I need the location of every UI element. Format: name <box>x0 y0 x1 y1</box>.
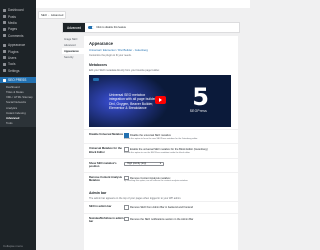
checkbox-label: Disable the universal SEO metabox <box>130 133 171 137</box>
breadcrumb-current: Advanced <box>50 12 64 17</box>
subnav-security[interactable]: Security <box>62 54 84 60</box>
breadcrumb-box: SEO › Advanced <box>38 10 67 19</box>
sidebar-subitem-label: XML / HTML Sitemap <box>6 95 33 100</box>
sidebar-item-label: Settings <box>8 68 20 73</box>
checkbox-label: Remove the SEO notifications section in … <box>130 217 194 221</box>
dashboard-icon <box>3 8 6 12</box>
sidebar-subitem-tools[interactable]: Tools <box>0 121 36 126</box>
setting-label: Universal Metabox for the Block Editor <box>89 147 122 154</box>
breadcrumb-home[interactable]: SEO <box>41 13 47 17</box>
video-line: Elementor & Breakdance <box>109 106 147 111</box>
top-bar <box>36 0 250 8</box>
checkbox[interactable] <box>124 216 129 222</box>
user-icon <box>3 56 6 60</box>
setting-row: SEO in admin bar Remove SEO from Admin B… <box>84 201 238 213</box>
sidebar-item-label: Comments <box>8 33 24 38</box>
setting-row: Show SEO metabox's position High priorit… <box>84 157 238 172</box>
video-version-number: 5 <box>192 83 209 111</box>
plugin-icon <box>3 50 6 54</box>
sidebar-item-label: Users <box>8 55 17 60</box>
settings-subnav: Image SEO Advanced Appearance Security <box>62 36 84 60</box>
setting-note: By checking this option, we will remove … <box>124 180 189 183</box>
sidebar-subitem-label: Dashboard <box>6 84 20 89</box>
pin-icon <box>3 15 6 19</box>
seopress-logo-icon <box>93 78 99 81</box>
sidebar-subitem-label: Social Networks <box>6 100 27 105</box>
breadcrumb: SEO › Advanced <box>36 9 250 20</box>
sidebar-item-label: Dashboard <box>8 8 24 13</box>
checkbox-label: Remove SEO from Admin Bar in backend and… <box>130 205 194 209</box>
page-title: Advanced <box>63 23 86 32</box>
page-header: Advanced Click to disable this feature <box>62 22 240 33</box>
setting-note: Enable this option to force the new SEOP… <box>124 137 198 140</box>
sidebar-submenu: Dashboard Titles & Metas XML / HTML Site… <box>0 83 36 127</box>
setting-row: Disable Universal Metabox Disable the un… <box>84 129 238 143</box>
sidebar-top-spacer <box>0 0 36 7</box>
setting-note: Enable this option to use the SEOPress m… <box>124 151 191 154</box>
collapse-menu-label: Collapse menu <box>3 244 24 248</box>
admin-bar-heading: Admin bar <box>89 191 107 196</box>
metabox-position-select[interactable]: High priority (top) ▾ <box>124 161 164 167</box>
setting-label: Remove Content Analysis Metabox <box>89 175 123 183</box>
page-icon <box>3 27 6 31</box>
select-value: High priority (top) <box>127 162 147 166</box>
sidebar-subitem-label: Titles & Metas <box>6 90 24 95</box>
setting-row: Remove Content Analysis Metabox Remove C… <box>84 171 238 186</box>
sidebar-item-label: Media <box>8 20 17 25</box>
metaboxes-heading: Metaboxes <box>89 63 108 67</box>
setting-value: Remove SEO from Admin Bar in backend and… <box>124 205 233 210</box>
collapse-menu-button[interactable]: Collapse menu <box>3 244 23 248</box>
sidebar-item-label: Appearance <box>8 43 26 48</box>
chevron-down-icon: ▾ <box>159 162 161 166</box>
sidebar-subitem-label: Tools <box>6 121 13 126</box>
setting-label: Disable Universal Metabox <box>89 133 124 136</box>
comment-icon <box>3 34 6 38</box>
media-icon <box>3 21 6 25</box>
setting-row: Universal Metabox for the Block Editor E… <box>84 143 238 157</box>
section-heading: Appearance <box>89 41 113 46</box>
sidebar-subitem-label: Advanced <box>6 116 20 121</box>
admin-sidebar: Dashboard Posts Media Pages Comments App… <box>0 0 36 250</box>
video-brand: SEOPress <box>189 109 207 113</box>
chevron-right-icon: › <box>48 12 50 17</box>
wrench-icon <box>3 62 6 66</box>
checkbox[interactable] <box>124 133 129 138</box>
setting-row: Noindex/Nofollow in admin bar Remove the… <box>84 212 238 227</box>
play-icon[interactable] <box>155 96 166 104</box>
checkbox-label: Enable the universal SEO metabox for the… <box>130 148 208 152</box>
sidebar-item-label: Plugins <box>8 49 19 54</box>
seo-icon <box>3 78 6 82</box>
setting-label: Noindex/Nofollow in admin bar <box>89 216 124 223</box>
setting-value: High priority (top) ▾ <box>124 161 233 169</box>
setting-label: Show SEO metabox's position <box>89 161 117 169</box>
settings-icon <box>3 69 6 73</box>
sidebar-item-label: Pages <box>8 27 18 32</box>
feature-toggle[interactable] <box>88 26 95 29</box>
sidebar-item-label: Posts <box>8 14 16 19</box>
sidebar-item-label: Tools <box>8 62 16 67</box>
video-embed[interactable]: Universal SEO metabox integration with a… <box>89 75 231 127</box>
checkbox[interactable] <box>124 205 129 210</box>
sidebar-subitem-sitemap[interactable]: XML / HTML Sitemap <box>0 95 36 100</box>
sidebar-subitem-label: Analytics <box>6 105 18 110</box>
sidebar-item-label: SEO PRESS <box>8 78 27 83</box>
feature-toggle-label: Click to disable this feature <box>96 26 127 29</box>
main-panel: Appearance Universal / Elementor / Divi … <box>84 36 238 250</box>
video-caption: Universal SEO metabox integration with a… <box>109 93 157 111</box>
setting-value: Remove Content Analysis metabox By check… <box>124 175 233 183</box>
setting-value: Enable the universal SEO metabox for the… <box>124 147 233 154</box>
setting-label: SEO in admin bar <box>89 205 112 209</box>
sidebar-subitem-label: Instant Indexing <box>6 110 26 115</box>
setting-value: Disable the universal SEO metabox Enable… <box>124 133 233 140</box>
brush-icon <box>3 43 6 47</box>
metaboxes-description: Edit your SEO metadata directly from you… <box>89 69 160 72</box>
setting-value: Remove the SEO notifications section in … <box>124 216 233 224</box>
